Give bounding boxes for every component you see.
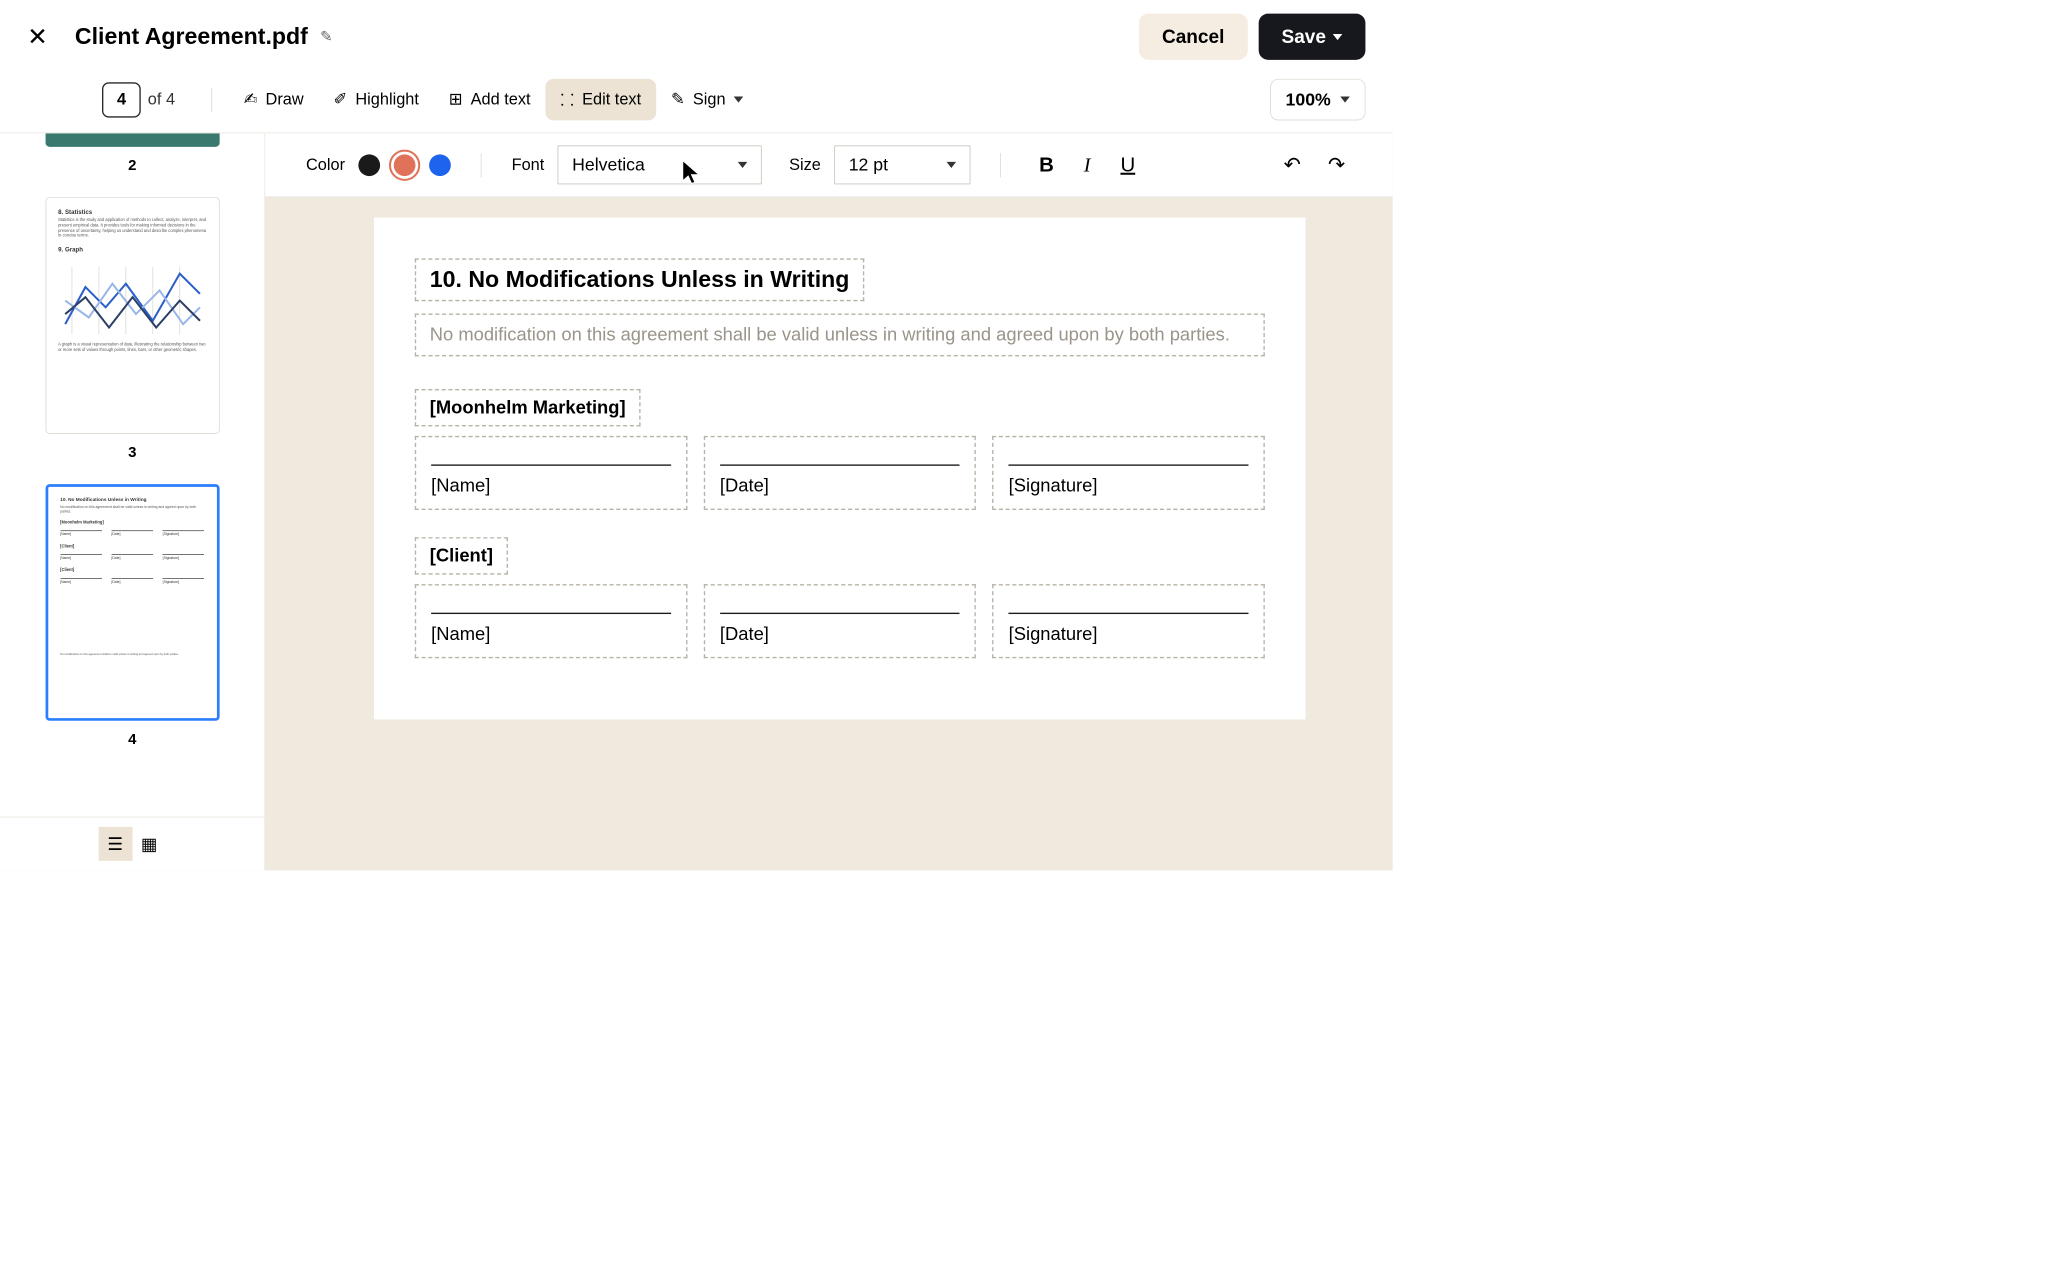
undo-button[interactable]: ↶: [1277, 150, 1308, 179]
draw-tool[interactable]: ✍︎Draw: [229, 80, 319, 119]
date-field[interactable]: [Date]: [704, 584, 976, 658]
page-canvas[interactable]: 10. No Modifications Unless in Writing N…: [265, 197, 1392, 870]
page-input[interactable]: 4: [102, 82, 141, 117]
add-text-tool[interactable]: ⊞Add text: [434, 80, 546, 119]
divider: [481, 153, 482, 177]
size-label: Size: [789, 155, 821, 174]
editable-body[interactable]: No modification on this agreement shall …: [415, 313, 1265, 356]
font-label: Font: [512, 155, 545, 174]
italic-button[interactable]: I: [1076, 151, 1099, 180]
close-button[interactable]: ✕: [27, 22, 48, 51]
edit-text-tool[interactable]: ⸬Edit text: [545, 79, 656, 120]
size-select[interactable]: 12 pt: [834, 146, 970, 185]
chevron-down-icon: [1333, 34, 1343, 40]
editable-heading[interactable]: 10. No Modifications Unless in Writing: [415, 258, 865, 301]
date-field[interactable]: [Date]: [704, 436, 976, 510]
thumbnail-sidebar: 2 8. Statistics Statistics is the study …: [0, 133, 265, 870]
thumbnail-page-4[interactable]: 10. No Modifications Unless in Writing N…: [45, 484, 219, 721]
font-select[interactable]: Helvetica: [558, 146, 762, 185]
color-label: Color: [306, 155, 345, 174]
list-view-button[interactable]: ☰: [98, 827, 132, 861]
divider: [212, 87, 213, 111]
chevron-down-icon: [738, 162, 748, 168]
sign-icon: ✎: [671, 90, 685, 110]
name-field[interactable]: [Name]: [415, 584, 687, 658]
redo-button[interactable]: ↷: [1321, 150, 1352, 179]
color-orange[interactable]: [394, 154, 416, 176]
editable-party1[interactable]: [Moonhelm Marketing]: [415, 389, 641, 426]
chevron-down-icon: [947, 162, 957, 168]
chevron-down-icon: [734, 97, 744, 103]
page-number: 4: [128, 730, 136, 748]
graph-thumbnail-icon: [58, 260, 206, 342]
grid-view-button[interactable]: ▦: [132, 827, 166, 861]
document-page: 10. No Modifications Unless in Writing N…: [374, 218, 1306, 720]
page-total: of 4: [148, 90, 175, 109]
signature-field[interactable]: [Signature]: [992, 584, 1264, 658]
signature-field[interactable]: [Signature]: [992, 436, 1264, 510]
rename-icon[interactable]: ✎: [320, 28, 333, 46]
page-number: 3: [128, 443, 136, 461]
sign-tool[interactable]: ✎Sign: [656, 80, 758, 119]
highlight-icon: ✐: [334, 90, 348, 110]
highlight-tool[interactable]: ✐Highlight: [319, 80, 434, 119]
editable-party2[interactable]: [Client]: [415, 537, 508, 574]
save-button[interactable]: Save: [1258, 14, 1365, 60]
chevron-down-icon: [1340, 97, 1350, 103]
page-number: 2: [128, 156, 136, 174]
thumbnail-page-2[interactable]: [45, 133, 219, 147]
add-text-icon: ⊞: [449, 90, 463, 110]
color-blue[interactable]: [429, 154, 451, 176]
save-label: Save: [1282, 26, 1326, 48]
bold-button[interactable]: B: [1031, 151, 1062, 180]
underline-button[interactable]: U: [1112, 151, 1143, 180]
color-black[interactable]: [359, 154, 381, 176]
name-field[interactable]: [Name]: [415, 436, 687, 510]
draw-icon: ✍︎: [244, 90, 258, 110]
divider: [1000, 153, 1001, 177]
edit-text-icon: ⸬: [560, 88, 574, 110]
cancel-button[interactable]: Cancel: [1139, 14, 1248, 60]
document-title: Client Agreement.pdf: [75, 23, 308, 50]
thumbnail-page-3[interactable]: 8. Statistics Statistics is the study an…: [45, 197, 219, 434]
zoom-select[interactable]: 100%: [1270, 79, 1366, 120]
